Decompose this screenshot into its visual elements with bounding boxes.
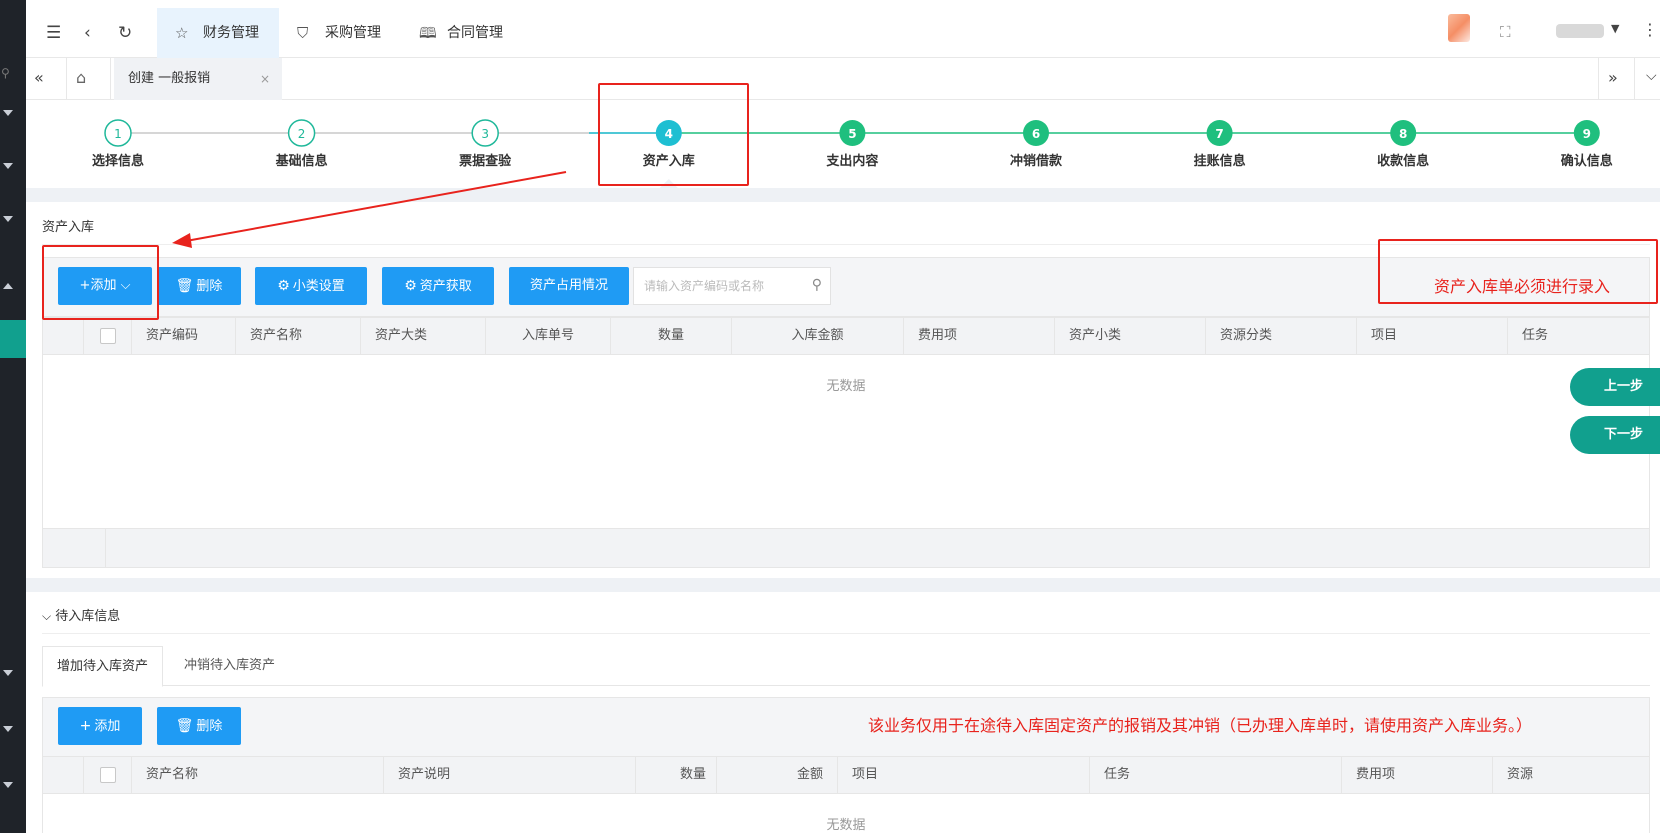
annotation-arrow: [172, 171, 567, 248]
app-root: ⚲ ☰ ‹ ↻ ☆ 财务管理 ⛉ 采购管理 🕮 合同管理 ⛶ ▼ ⋮ « ⌂ 创…: [0, 0, 1660, 833]
